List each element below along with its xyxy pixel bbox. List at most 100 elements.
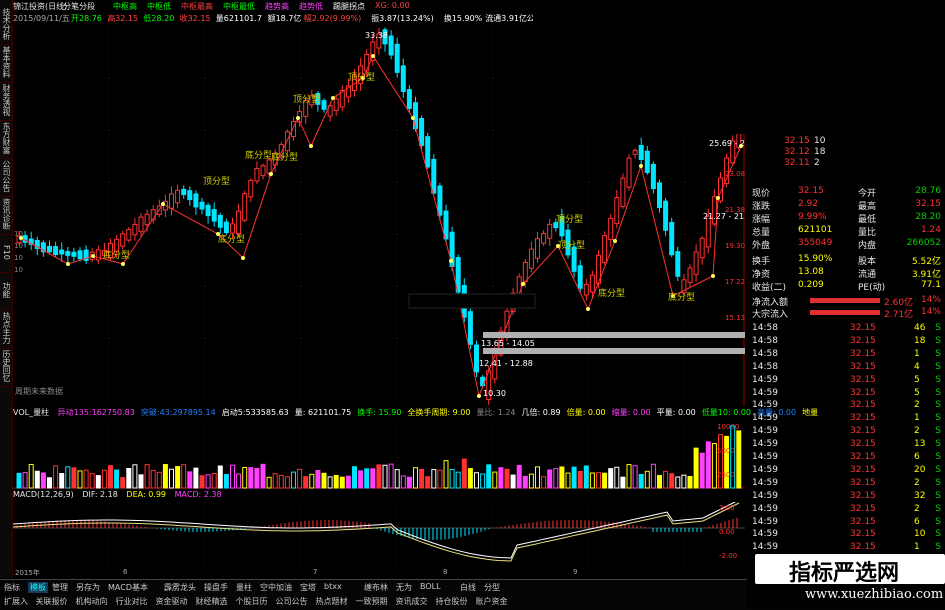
volume-bar (516, 464, 522, 489)
quote-value: 32.15 (915, 199, 941, 209)
bottom-tab[interactable]: 操盘手 (204, 582, 228, 593)
vertical-tab[interactable]: 财务透视 (0, 80, 12, 121)
vertical-tab[interactable]: 资讯诊断 (0, 194, 12, 235)
volume-bar (650, 463, 656, 489)
macd-header: MACD(12,26,9) DIF: 2.18 DEA: 0.99 MACD: … (13, 490, 393, 502)
bottom-function-tab[interactable]: 热点题材 (316, 596, 348, 607)
tick-row: 14:59 32.15 2 S (750, 478, 945, 490)
bottom-tab[interactable]: 缠布林 (364, 582, 388, 593)
tick-time: 14:59 (752, 413, 778, 424)
vertical-tab[interactable]: 技术分析 (0, 4, 12, 45)
candle (199, 201, 205, 210)
volume-bar (22, 472, 28, 489)
volume-bar (205, 474, 211, 489)
candle (65, 251, 71, 256)
vertical-tab[interactable]: 东方财富 (0, 118, 12, 159)
volume-bar (242, 467, 248, 489)
tick-price: 32.15 (850, 516, 876, 527)
order-book-row: 32.11 2 (750, 158, 945, 170)
bottom-function-tab[interactable]: 关联报价 (36, 596, 68, 607)
bottom-tab[interactable]: 空中加油 (260, 582, 292, 593)
bottom-function-tab[interactable]: 财经精选 (196, 596, 228, 607)
tick-side: S (935, 529, 941, 540)
vertical-tab[interactable]: 功能 (0, 270, 12, 311)
indicator-legend-item: 中枢低 (147, 2, 171, 11)
bottom-function-tab[interactable]: 资金驱动 (156, 596, 188, 607)
bottom-tab[interactable]: 指标 (4, 582, 20, 593)
bottom-function-tab[interactable]: 行业对比 (116, 596, 148, 607)
bottom-function-tab[interactable]: 机构动向 (76, 596, 108, 607)
bottom-function-tab[interactable]: 资讯成交 (396, 596, 428, 607)
bottom-tab[interactable]: MACD基本 (108, 582, 148, 593)
volume-bar (65, 466, 71, 489)
candle (242, 193, 248, 221)
flow-percent: 14% (920, 307, 941, 317)
candle (236, 210, 242, 235)
tick-time: 14:59 (752, 490, 778, 501)
volume-bar (718, 434, 723, 489)
bottom-function-tab[interactable]: 公司公告 (276, 596, 308, 607)
bottom-tab[interactable]: 分型 (484, 582, 500, 593)
indicator-legend-item: XG: 0.00 (375, 1, 410, 10)
chart-mode[interactable]: 分笔分段 (63, 1, 95, 12)
tick-time: 14:59 (752, 477, 778, 488)
vertical-tab[interactable]: 公司公告 (0, 156, 12, 197)
volume-bar (236, 473, 242, 489)
volume-panel[interactable]: 10000 5000 2500 (13, 421, 745, 489)
vertical-tab[interactable]: F10 (0, 232, 12, 273)
tick-side: S (935, 323, 941, 333)
volume-bar (162, 464, 168, 489)
macd-axis-tick: -2.00 (719, 552, 737, 560)
bottom-function-tab[interactable]: 账户资金 (476, 596, 508, 607)
candle (687, 267, 693, 283)
volume-axis-tick: 5000 (717, 447, 735, 455)
bottom-tab[interactable]: 另存为 (76, 582, 100, 593)
bottom-function-tab[interactable]: 一致预期 (356, 596, 388, 607)
fractal-point (241, 256, 245, 260)
bottom-tab[interactable]: 模板 (28, 582, 48, 593)
tick-side: S (935, 400, 941, 411)
bottom-tab[interactable]: 霹雳龙头 (164, 582, 196, 593)
quote-label: 最高 (858, 202, 877, 212)
bottom-tab[interactable]: 量柱 (236, 582, 252, 593)
bottom-function-tab[interactable]: 个股日历 (236, 596, 268, 607)
tick-price: 32.15 (850, 400, 876, 411)
candle (644, 150, 650, 173)
right-axis-tick: 15.13 (725, 314, 745, 322)
bottom-function-tab[interactable]: 扩展入 (4, 596, 28, 607)
candle (626, 157, 632, 188)
bottom-tab[interactable]: btxx (324, 582, 342, 591)
date-tick: 8 (443, 568, 448, 576)
vertical-tab[interactable]: 热点主力 (0, 308, 12, 349)
volume-bar (345, 475, 351, 489)
order-price: 32.15 (784, 136, 810, 146)
macd-panel[interactable]: 2.00 0.00 -2.00 (13, 502, 745, 568)
fractal-point (521, 282, 525, 286)
vertical-tab[interactable]: 基本资料 (0, 42, 12, 83)
tick-volume: 1 (914, 413, 920, 424)
bottom-function-tab[interactable]: 持仓股份 (436, 596, 468, 607)
quote-value: 9.99% (798, 212, 827, 222)
volume-bar (260, 463, 266, 489)
candle (675, 251, 681, 277)
flow-bar (810, 310, 880, 315)
candle (205, 204, 211, 217)
volume-bar (144, 464, 150, 489)
macd-axis-tick: 0.00 (719, 528, 735, 536)
bottom-tab[interactable]: 无为 (396, 582, 412, 593)
candle (95, 249, 101, 261)
volume-bar (34, 470, 40, 489)
indicator-legend-item: 中枢高 (113, 2, 137, 11)
bottom-tab[interactable]: 管理 (52, 582, 68, 593)
bottom-tab[interactable]: 宝塔 (300, 582, 316, 593)
tick-time: 14:58 (752, 361, 778, 372)
tick-side: S (935, 439, 941, 450)
bottom-tab[interactable]: BOLL (420, 582, 441, 591)
bottom-tab[interactable]: 白线 (460, 582, 476, 593)
volume-stat: 倍量: 0.00 (566, 408, 606, 417)
fractal-point (296, 116, 300, 120)
candle (223, 221, 229, 234)
vertical-tab[interactable]: 历史回忆 (0, 346, 12, 387)
volume-bar (327, 476, 333, 489)
candle (169, 193, 174, 209)
